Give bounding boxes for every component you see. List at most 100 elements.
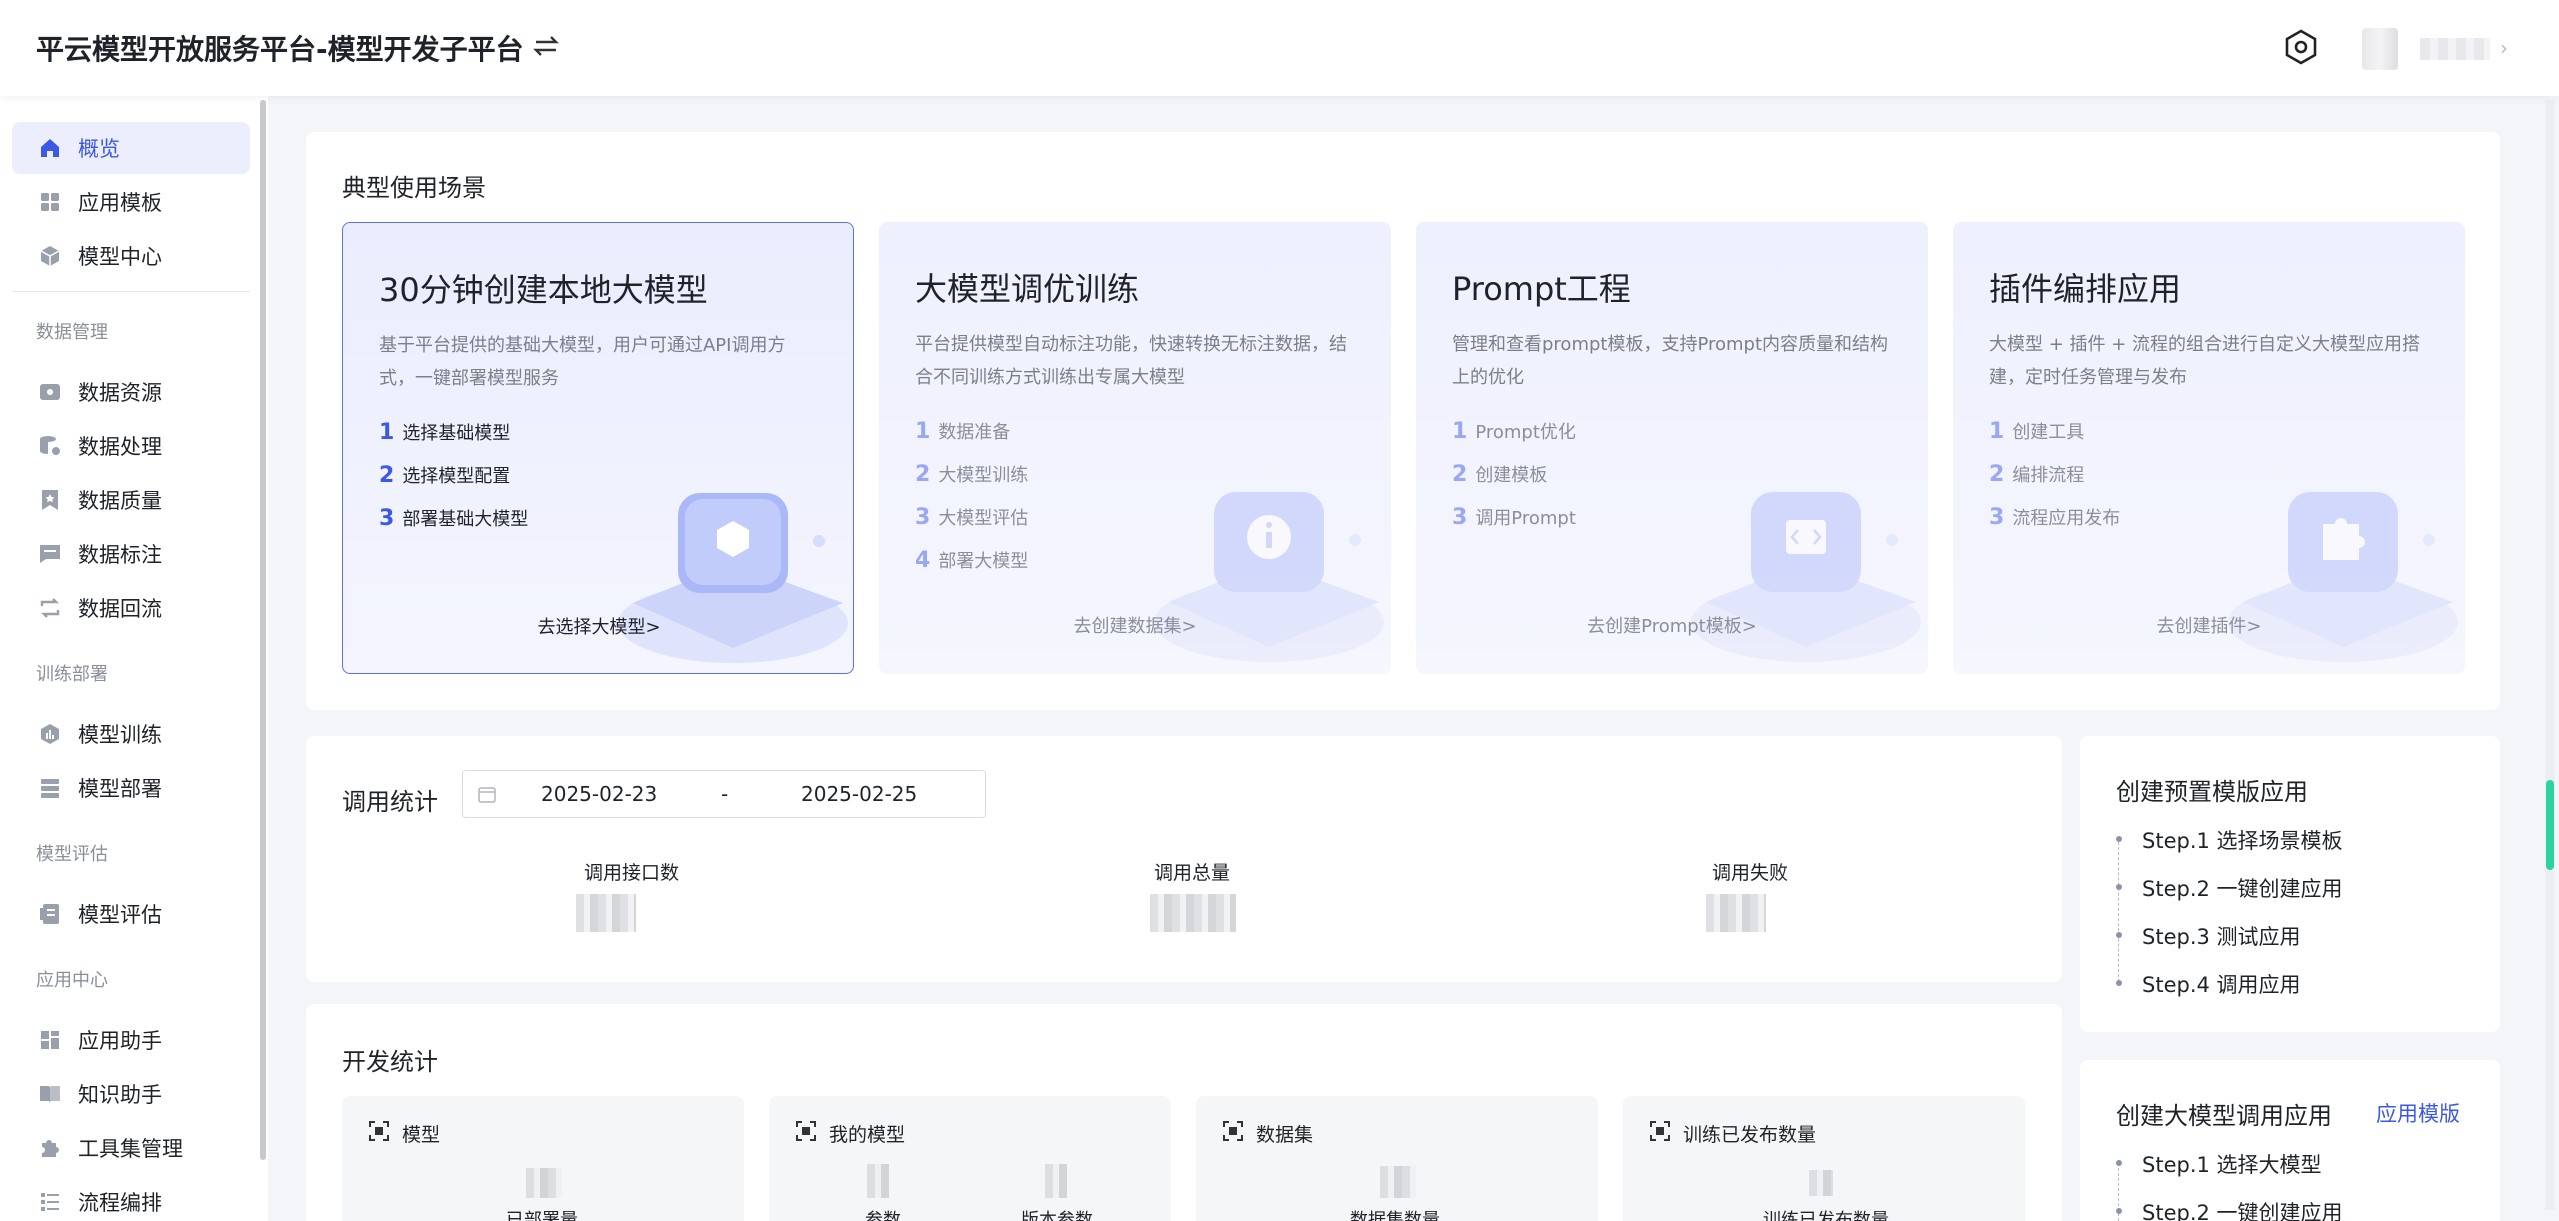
card-title: Prompt工程	[1452, 270, 1631, 308]
scrollbar-thumb[interactable]	[2546, 780, 2554, 870]
sidebar-item-label: 应用模板	[78, 191, 162, 215]
bookmark-star-icon	[42, 490, 58, 510]
sidebar-item-model-deploy[interactable]: 模型部署	[12, 762, 250, 814]
nav-group-title: 数据管理	[36, 322, 108, 343]
avatar[interactable]	[2362, 28, 2398, 70]
chevron-right-icon[interactable]: ›	[2500, 36, 2508, 60]
step-item[interactable]: Step.4 调用应用	[2142, 969, 2301, 999]
card-step: 1 创建工具	[1989, 419, 2085, 444]
sidebar-item-data-quality[interactable]: 数据质量	[12, 474, 250, 526]
step-dot	[2116, 884, 2122, 890]
sidebar-item-overview[interactable]: 概览	[12, 122, 250, 174]
loop-arrow-icon	[40, 598, 60, 618]
scenario-card-finetune[interactable]: 大模型调优训练 平台提供模型自动标注功能，快速转换无标注数据，结合不同训练方式训…	[879, 222, 1391, 674]
sidebar-item-label: 应用助手	[78, 1029, 162, 1053]
sidebar-item-knowledge-assistant[interactable]: 知识助手	[12, 1068, 250, 1120]
date-separator: -	[721, 782, 729, 806]
home-icon	[41, 139, 59, 157]
date-range-picker[interactable]: 2025-02-23 - 2025-02-25	[462, 770, 986, 818]
bar-chart-hex-icon	[41, 724, 59, 744]
nav-group-title: 训练部署	[36, 664, 108, 685]
swap-icon[interactable]	[530, 30, 562, 62]
stat-fail-label: 调用失败	[1712, 862, 1789, 884]
preset-app-title: 创建预置模版应用	[2116, 778, 2308, 806]
step-item[interactable]: Step.1 选择场景模板	[2142, 825, 2343, 855]
dev-card-value	[1380, 1166, 1416, 1198]
card-link[interactable]: 去创建插件>	[1953, 612, 2465, 638]
scenario-card-prompt[interactable]: Prompt工程 管理和查看prompt模板，支持Prompt内容质量和结构上的…	[1416, 222, 1928, 674]
card-step: 2 大模型训练	[915, 462, 1029, 487]
card-step: 1 Prompt优化	[1452, 419, 1576, 444]
step-item[interactable]: Step.2 一键创建应用	[2142, 1197, 2343, 1221]
card-step: 3 部署基础大模型	[379, 506, 529, 531]
sidebar-item-label: 知识助手	[78, 1083, 162, 1107]
dev-card-value	[867, 1164, 889, 1198]
card-step: 2 选择模型配置	[379, 463, 511, 488]
card-step: 1 选择基础模型	[379, 420, 511, 445]
step-dot	[2116, 980, 2122, 986]
dev-card-my-models[interactable]: 我的模型 参数 版本参数	[769, 1096, 1171, 1221]
sidebar-scrollbar[interactable]	[260, 100, 266, 1160]
dev-stats-title: 开发统计	[342, 1048, 438, 1076]
comment-icon	[40, 545, 60, 563]
sidebar-item-label: 模型训练	[78, 723, 162, 747]
stat-total-label: 调用总量	[1154, 862, 1231, 884]
sidebar-item-model-center[interactable]: 模型中心	[12, 230, 250, 282]
divider	[12, 291, 250, 292]
card-step: 3 大模型评估	[915, 505, 1029, 530]
sidebar-item-toolset[interactable]: 工具集管理	[12, 1122, 250, 1174]
sidebar-item-app-templates[interactable]: 应用模板	[12, 176, 250, 228]
scan-cube-icon	[796, 1121, 816, 1141]
dev-card-sub: 已部署量	[506, 1210, 578, 1221]
dev-card-datasets[interactable]: 数据集 数据集数量	[1196, 1096, 1598, 1221]
server-icon	[41, 779, 59, 798]
sidebar-item-data-processing[interactable]: 数据处理	[12, 420, 250, 472]
dev-card-model[interactable]: 模型 已部署量	[342, 1096, 744, 1221]
report-icon	[40, 904, 59, 924]
settings-icon[interactable]	[2282, 28, 2320, 66]
dev-card-value	[1045, 1164, 1067, 1198]
sidebar-item-label: 数据标注	[78, 543, 162, 567]
sidebar-item-app-assistant[interactable]: 应用助手	[12, 1014, 250, 1066]
dashboard-icon	[41, 1031, 59, 1049]
card-title: 插件编排应用	[1989, 270, 2182, 308]
stat-total-value	[1150, 894, 1236, 932]
card-title: 大模型调优训练	[915, 270, 1140, 308]
sidebar-item-flow[interactable]: 流程编排	[12, 1176, 250, 1221]
sidebar-item-data-annotation[interactable]: 数据标注	[12, 528, 250, 580]
sidebar-item-label: 模型部署	[78, 777, 162, 801]
date-end[interactable]: 2025-02-25	[801, 782, 917, 806]
sidebar-item-label: 流程编排	[78, 1191, 162, 1215]
card-step: 2 创建模板	[1452, 462, 1548, 487]
sidebar-item-data-backflow[interactable]: 数据回流	[12, 582, 250, 634]
scan-cube-icon	[1650, 1121, 1670, 1141]
card-link[interactable]: 去选择大模型>	[343, 613, 853, 639]
user-name-blurred[interactable]	[2420, 38, 2490, 60]
database-eye-icon	[40, 384, 60, 400]
step-item[interactable]: Step.1 选择大模型	[2142, 1149, 2322, 1179]
dev-card-value	[526, 1168, 562, 1198]
sidebar-item-data-resources[interactable]: 数据资源	[12, 366, 250, 418]
database-gear-icon	[40, 436, 60, 455]
scan-cube-icon	[369, 1121, 389, 1141]
sidebar-item-model-eval[interactable]: 模型评估	[12, 888, 250, 940]
page-scrollbar[interactable]	[2545, 100, 2555, 1210]
date-start[interactable]: 2025-02-23	[541, 782, 657, 806]
sidebar-item-model-training[interactable]: 模型训练	[12, 708, 250, 760]
cube-icon	[40, 246, 60, 266]
step-item[interactable]: Step.2 一键创建应用	[2142, 873, 2343, 903]
dev-card-label: 我的模型	[829, 1124, 906, 1146]
step-item[interactable]: Step.3 测试应用	[2142, 921, 2301, 951]
card-link[interactable]: 去创建Prompt模板>	[1416, 612, 1928, 638]
dev-card-sub: 数据集数量	[1350, 1210, 1440, 1221]
dev-card-value	[1809, 1170, 1833, 1196]
sidebar-item-label: 工具集管理	[78, 1137, 183, 1161]
card-desc: 大模型 + 插件 + 流程的组合进行自定义大模型应用搭建，定时任务管理与发布	[1989, 334, 2421, 388]
app-template-link[interactable]: 应用模版	[2376, 1098, 2460, 1128]
sidebar-item-label: 数据回流	[78, 597, 162, 621]
scenario-card-local-llm[interactable]: 30分钟创建本地大模型 基于平台提供的基础大模型，用户可通过API调用方式，一键…	[342, 222, 854, 674]
nav-group-title: 模型评估	[36, 844, 108, 865]
card-link[interactable]: 去创建数据集>	[879, 612, 1391, 638]
scenario-card-plugin[interactable]: 插件编排应用 大模型 + 插件 + 流程的组合进行自定义大模型应用搭建，定时任务…	[1953, 222, 2465, 674]
dev-card-trained-published[interactable]: 训练已发布数量 训练已发布数量	[1623, 1096, 2025, 1221]
